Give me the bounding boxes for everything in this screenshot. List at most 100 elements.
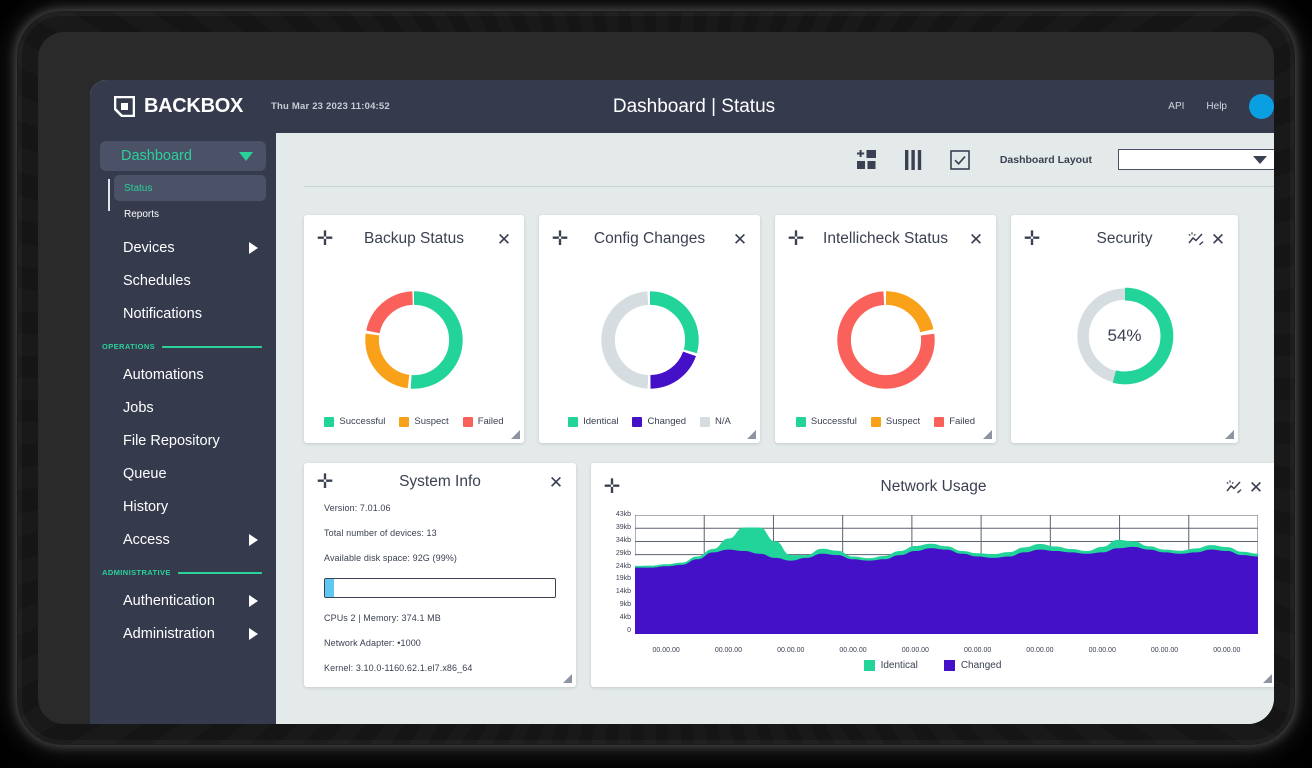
close-icon[interactable]: ✕	[1248, 479, 1264, 496]
legend-label: Suspect	[414, 416, 448, 427]
sidebar-item-dashboard[interactable]: Dashboard	[100, 141, 266, 171]
resize-handle[interactable]	[983, 430, 992, 439]
widget-header: ✛ Config Changes ✕	[539, 215, 760, 263]
widget-network-usage: ✛ Network Usage	[591, 463, 1274, 687]
brand-logo[interactable]: BACKBOX	[114, 95, 243, 118]
x-tick: 00.00.00	[1213, 647, 1240, 654]
move-widget-icon[interactable]: ✛	[1023, 229, 1041, 249]
security-score-value: 54%	[1070, 281, 1180, 391]
legend-item: Identical	[864, 660, 918, 671]
divider	[178, 572, 262, 574]
area-chart	[635, 515, 1258, 634]
widget-security: ✛ Security	[1011, 215, 1238, 443]
move-widget-icon[interactable]: ✛	[787, 229, 805, 249]
sidebar-item-status[interactable]: Status	[114, 175, 266, 201]
widget-title: Backup Status	[338, 230, 490, 248]
top-bar: BACKBOX Thu Mar 23 2023 11:04:52 Dashboa…	[90, 80, 1274, 133]
y-tick: 4kb	[620, 614, 631, 621]
chevron-down-icon	[1253, 156, 1267, 164]
y-tick: 34kb	[616, 537, 631, 544]
sidebar-item-devices[interactable]: Devices	[90, 231, 276, 264]
chart-toggle-icon[interactable]	[1187, 232, 1205, 246]
move-widget-icon[interactable]: ✛	[316, 472, 334, 492]
system-info-device-count: Total number of devices: 13	[324, 528, 556, 538]
resize-handle[interactable]	[1263, 674, 1272, 683]
legend-swatch	[934, 417, 944, 427]
sidebar-item-authentication[interactable]: Authentication	[90, 584, 276, 617]
page-title: Dashboard | Status	[90, 96, 1274, 118]
resize-handle[interactable]	[511, 430, 520, 439]
x-tick: 00.00.00	[964, 647, 991, 654]
resize-handle[interactable]	[747, 430, 756, 439]
resize-handle[interactable]	[563, 674, 572, 683]
close-icon[interactable]: ✕	[968, 231, 984, 248]
application-window: BACKBOX Thu Mar 23 2023 11:04:52 Dashboa…	[90, 80, 1274, 724]
widget-header: ✛ Network Usage	[591, 463, 1274, 511]
device-frame: BACKBOX Thu Mar 23 2023 11:04:52 Dashboa…	[38, 32, 1274, 724]
avatar[interactable]	[1249, 94, 1274, 119]
legend-swatch	[944, 660, 955, 671]
y-tick: 43kb	[616, 511, 631, 518]
sidebar-item-automations[interactable]: Automations	[90, 358, 276, 391]
x-tick: 00.00.00	[839, 647, 866, 654]
chevron-down-icon	[239, 152, 253, 161]
y-tick: 39kb	[616, 524, 631, 531]
sidebar-item-access[interactable]: Access	[90, 523, 276, 556]
donut-chart-intellicheck-status	[775, 263, 996, 416]
sidebar-item-notifications[interactable]: Notifications	[90, 297, 276, 330]
y-tick: 24kb	[616, 563, 631, 570]
close-icon[interactable]: ✕	[732, 231, 748, 248]
disk-space-progress-fill	[325, 579, 334, 597]
widget-title: Intellicheck Status	[809, 230, 962, 248]
legend-item: Failed	[463, 416, 504, 427]
widget-system-info: ✛ System Info ✕ Version: 7.01.06 Total n…	[304, 463, 576, 687]
sidebar-section-operations-label: OPERATIONS	[102, 342, 155, 351]
system-info-network-adapter: Network Adapter: •1000	[324, 638, 556, 648]
sidebar-item-history[interactable]: History	[90, 490, 276, 523]
widget-grid: ✛ Backup Status ✕	[276, 187, 1274, 724]
sidebar-item-file-repository-label: File Repository	[123, 433, 220, 449]
columns-layout-icon[interactable]	[903, 150, 924, 170]
sidebar-item-status-label: Status	[124, 183, 152, 194]
sidebar-item-queue[interactable]: Queue	[90, 457, 276, 490]
chart-plot-area: 43kb39kb34kb29kb24kb19kb14kb9kb4kb0 00.0…	[601, 511, 1264, 656]
sidebar-item-file-repository[interactable]: File Repository	[90, 424, 276, 457]
add-widget-icon[interactable]	[856, 149, 877, 170]
legend-swatch	[700, 417, 710, 427]
sidebar-item-jobs[interactable]: Jobs	[90, 391, 276, 424]
sidebar-item-automations-label: Automations	[123, 367, 204, 383]
sidebar: Dashboard Status Reports Devices	[90, 133, 276, 724]
close-icon[interactable]: ✕	[548, 474, 564, 491]
close-icon[interactable]: ✕	[1210, 231, 1226, 248]
move-widget-icon[interactable]: ✛	[603, 477, 621, 497]
brand-name: BACKBOX	[144, 95, 243, 118]
sidebar-item-reports[interactable]: Reports	[114, 201, 266, 227]
chart-toggle-icon[interactable]	[1225, 480, 1243, 494]
donut: 54%	[1070, 281, 1180, 391]
legend-label: Identical	[881, 660, 918, 671]
widget-header: ✛ Backup Status ✕	[304, 215, 524, 263]
system-info-disk-space: Available disk space: 92G (99%)	[324, 553, 556, 563]
widget-intellicheck-status: ✛ Intellicheck Status ✕	[775, 215, 996, 443]
widget-header-actions: ✕	[1187, 231, 1226, 248]
y-tick: 19kb	[616, 575, 631, 582]
dashboard-layout-select[interactable]	[1118, 149, 1274, 170]
sidebar-item-administration[interactable]: Administration	[90, 617, 276, 650]
y-tick: 29kb	[616, 550, 631, 557]
move-widget-icon[interactable]: ✛	[316, 229, 334, 249]
disk-space-progress-bar	[324, 578, 556, 598]
x-tick: 00.00.00	[715, 647, 742, 654]
resize-handle[interactable]	[1225, 430, 1234, 439]
legend-item: Identical	[568, 416, 618, 427]
api-link[interactable]: API	[1168, 101, 1184, 112]
checkbox-icon[interactable]	[950, 150, 970, 170]
sidebar-item-schedules[interactable]: Schedules	[90, 264, 276, 297]
datetime-display: Thu Mar 23 2023 11:04:52	[271, 101, 390, 112]
legend-item: Suspect	[871, 416, 920, 427]
move-widget-icon[interactable]: ✛	[551, 229, 569, 249]
sidebar-section-administrative: ADMINISTRATIVE	[102, 568, 262, 577]
sidebar-item-jobs-label: Jobs	[123, 400, 154, 416]
sidebar-subitems: Status Reports	[90, 175, 276, 227]
close-icon[interactable]: ✕	[496, 231, 512, 248]
help-link[interactable]: Help	[1206, 101, 1227, 112]
